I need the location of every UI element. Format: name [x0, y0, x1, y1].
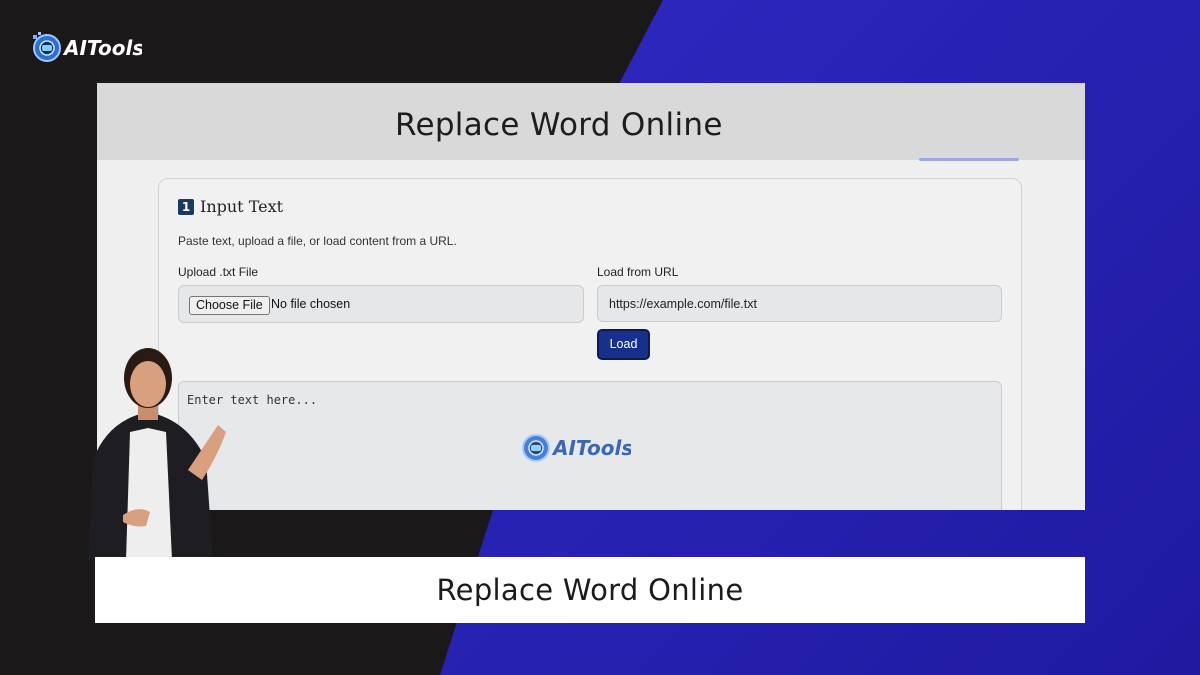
gear-robot-icon [33, 32, 61, 62]
header-button-edge [919, 158, 1019, 161]
caption-banner: Replace Word Online [95, 557, 1085, 623]
load-button[interactable]: Load [597, 329, 650, 360]
aitools-watermark: AITools [522, 434, 631, 462]
presenter-woman-image [88, 348, 226, 560]
aitools-logo: AITools [33, 32, 142, 62]
section-header: 1 Input Text [178, 197, 283, 216]
section-title: Input Text [200, 197, 284, 216]
choose-file-button[interactable]: Choose File [189, 296, 270, 315]
app-screenshot: Replace Word Online 1 Input Text Paste t… [97, 83, 1085, 510]
gear-robot-icon [522, 434, 550, 462]
upload-label: Upload .txt File [178, 265, 259, 279]
url-label: Load from URL [597, 265, 679, 279]
step-number-badge: 1 [178, 198, 194, 215]
page-title: Replace Word Online [395, 107, 723, 143]
file-upload-field[interactable]: Choose File No file chosen [178, 285, 584, 323]
svg-text:AITools: AITools [551, 436, 631, 460]
text-input-area[interactable]: Enter text here... AITools [178, 381, 1002, 510]
svg-text:AITools: AITools [62, 36, 142, 60]
input-text-card: 1 Input Text Paste text, upload a file, … [158, 178, 1022, 510]
section-description: Paste text, upload a file, or load conte… [178, 234, 457, 248]
url-input-value: https://example.com/file.txt [609, 297, 757, 311]
url-input[interactable]: https://example.com/file.txt [597, 285, 1002, 322]
file-status-text: No file chosen [271, 297, 351, 311]
title-bar: Replace Word Online [97, 83, 1085, 160]
